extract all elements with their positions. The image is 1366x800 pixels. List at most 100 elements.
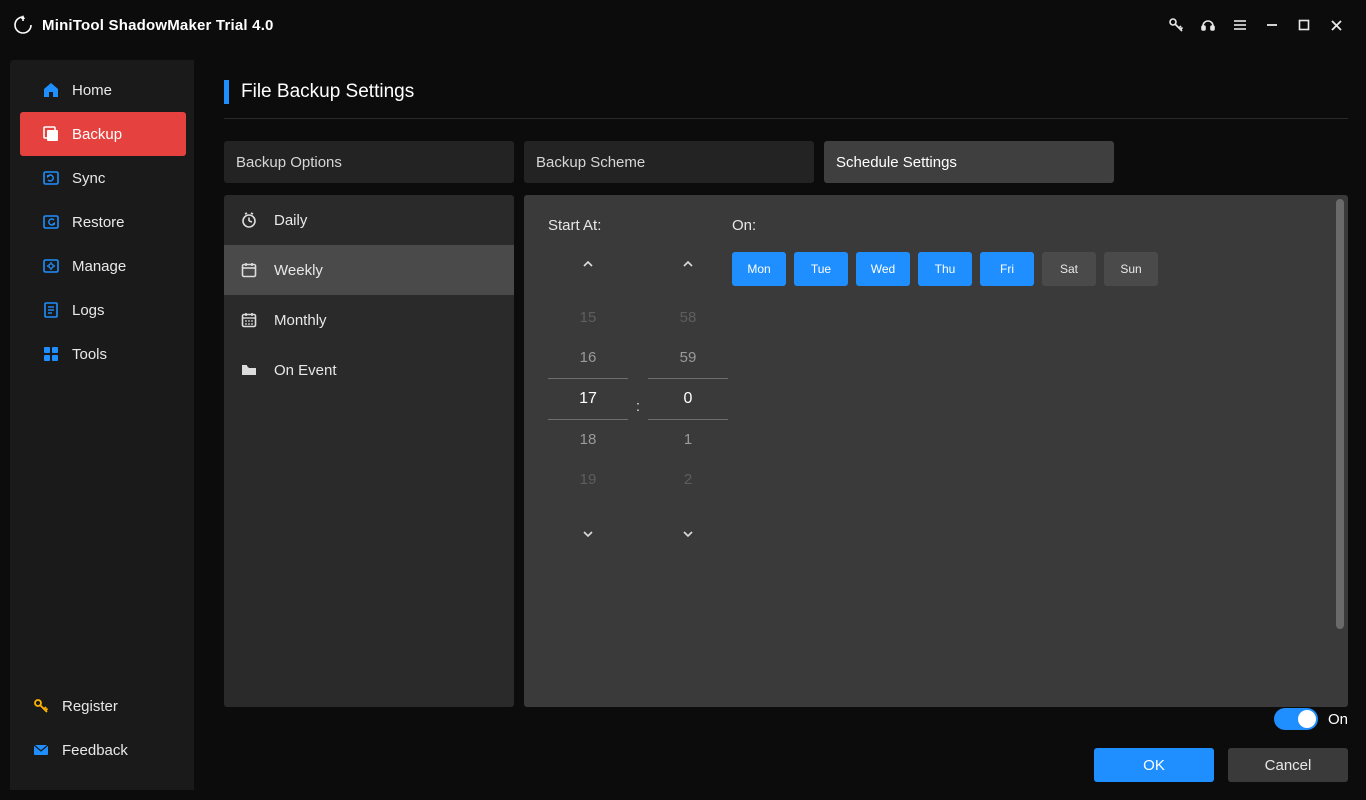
sidebar-item-label: Backup: [72, 126, 122, 143]
home-icon: [40, 81, 62, 99]
schedule-settings-panel: Start At: 15 16 17: [524, 195, 1348, 707]
mode-label: On Event: [274, 362, 337, 379]
day-label: Sat: [1060, 262, 1078, 276]
on-label: On:: [732, 217, 1158, 234]
sidebar-feedback[interactable]: Feedback: [10, 728, 194, 772]
sidebar-item-home[interactable]: Home: [20, 68, 186, 112]
sidebar: Home Backup Sync Restore: [10, 60, 194, 790]
toggle-label: On: [1328, 711, 1348, 728]
day-wed[interactable]: Wed: [856, 252, 910, 286]
ok-label: OK: [1143, 757, 1165, 774]
mode-daily[interactable]: Daily: [224, 195, 514, 245]
day-label: Tue: [811, 262, 831, 276]
schedule-toggle[interactable]: [1274, 708, 1318, 730]
sidebar-item-label: Restore: [72, 214, 125, 231]
calendar-week-icon: [238, 261, 260, 279]
page-title: File Backup Settings: [241, 81, 414, 103]
main-panel: File Backup Settings Backup Options Back…: [194, 60, 1366, 790]
day-mon[interactable]: Mon: [732, 252, 786, 286]
feedback-label: Feedback: [62, 742, 128, 759]
day-tue[interactable]: Tue: [794, 252, 848, 286]
day-fri[interactable]: Fri: [980, 252, 1034, 286]
hour-value[interactable]: 19: [548, 460, 628, 500]
sidebar-item-label: Home: [72, 82, 112, 99]
backup-icon: [40, 125, 62, 143]
sidebar-item-sync[interactable]: Sync: [20, 156, 186, 200]
scrollbar[interactable]: [1336, 199, 1344, 629]
sync-icon: [40, 169, 62, 187]
minute-value[interactable]: 2: [648, 460, 728, 500]
sidebar-item-restore[interactable]: Restore: [20, 200, 186, 244]
ok-button[interactable]: OK: [1094, 748, 1214, 782]
maximize-button[interactable]: [1288, 9, 1320, 41]
mode-label: Weekly: [274, 262, 323, 279]
tab-backup-scheme[interactable]: Backup Scheme: [524, 141, 814, 183]
close-button[interactable]: [1320, 9, 1352, 41]
hour-value[interactable]: 15: [548, 298, 628, 338]
minimize-button[interactable]: [1256, 9, 1288, 41]
sidebar-register[interactable]: Register: [10, 684, 194, 728]
folder-icon: [238, 361, 260, 379]
hour-value[interactable]: 18: [548, 420, 628, 460]
mode-on-event[interactable]: On Event: [224, 345, 514, 395]
chevron-up-icon[interactable]: [648, 252, 728, 276]
logs-icon: [40, 301, 62, 319]
mode-monthly[interactable]: Monthly: [224, 295, 514, 345]
calendar-month-icon: [238, 311, 260, 329]
tab-label: Schedule Settings: [836, 154, 957, 171]
tab-label: Backup Options: [236, 154, 342, 171]
app-title: MiniTool ShadowMaker Trial 4.0: [42, 17, 274, 34]
day-label: Thu: [935, 262, 956, 276]
cancel-button[interactable]: Cancel: [1228, 748, 1348, 782]
key-icon[interactable]: [1160, 9, 1192, 41]
days-row: Mon Tue Wed Thu Fri Sat Sun: [732, 252, 1158, 286]
time-separator: :: [628, 252, 648, 415]
mail-icon: [30, 741, 52, 759]
minute-value[interactable]: 1: [648, 420, 728, 460]
manage-icon: [40, 257, 62, 275]
sidebar-item-label: Manage: [72, 258, 126, 275]
sidebar-item-logs[interactable]: Logs: [20, 288, 186, 332]
sidebar-item-backup[interactable]: Backup: [20, 112, 186, 156]
window-controls: [1160, 9, 1352, 41]
chevron-up-icon[interactable]: [548, 252, 628, 276]
day-label: Sun: [1120, 262, 1141, 276]
minute-selected[interactable]: 0: [648, 379, 728, 419]
time-picker: 15 16 17 18 19: [548, 252, 728, 546]
sidebar-item-tools[interactable]: Tools: [20, 332, 186, 376]
tab-schedule-settings[interactable]: Schedule Settings: [824, 141, 1114, 183]
key-icon: [30, 697, 52, 715]
sidebar-item-label: Sync: [72, 170, 105, 187]
titlebar: MiniTool ShadowMaker Trial 4.0: [0, 0, 1366, 50]
cancel-label: Cancel: [1265, 757, 1312, 774]
minute-value[interactable]: 59: [648, 338, 728, 378]
chevron-down-icon[interactable]: [548, 522, 628, 546]
schedule-modes-panel: Daily Weekly Monthly: [224, 195, 514, 707]
minute-value[interactable]: 58: [648, 298, 728, 338]
tab-backup-options[interactable]: Backup Options: [224, 141, 514, 183]
mode-weekly[interactable]: Weekly: [224, 245, 514, 295]
mode-label: Monthly: [274, 312, 327, 329]
menu-icon[interactable]: [1224, 9, 1256, 41]
tools-icon: [40, 345, 62, 363]
day-label: Mon: [747, 262, 770, 276]
day-label: Fri: [1000, 262, 1014, 276]
mode-label: Daily: [274, 212, 307, 229]
clock-icon: [238, 211, 260, 229]
day-label: Wed: [871, 262, 895, 276]
day-sun[interactable]: Sun: [1104, 252, 1158, 286]
sidebar-item-label: Logs: [72, 302, 105, 319]
headset-icon[interactable]: [1192, 9, 1224, 41]
hour-selected[interactable]: 17: [548, 379, 628, 419]
day-thu[interactable]: Thu: [918, 252, 972, 286]
chevron-down-icon[interactable]: [648, 522, 728, 546]
footer: On OK Cancel: [224, 708, 1348, 782]
hour-value[interactable]: 16: [548, 338, 628, 378]
day-sat[interactable]: Sat: [1042, 252, 1096, 286]
start-at-label: Start At:: [548, 217, 728, 234]
register-label: Register: [62, 698, 118, 715]
sidebar-item-manage[interactable]: Manage: [20, 244, 186, 288]
hour-column[interactable]: 15 16 17 18 19: [548, 252, 628, 546]
minute-column[interactable]: 58 59 0 1 2: [648, 252, 728, 546]
sidebar-item-label: Tools: [72, 346, 107, 363]
